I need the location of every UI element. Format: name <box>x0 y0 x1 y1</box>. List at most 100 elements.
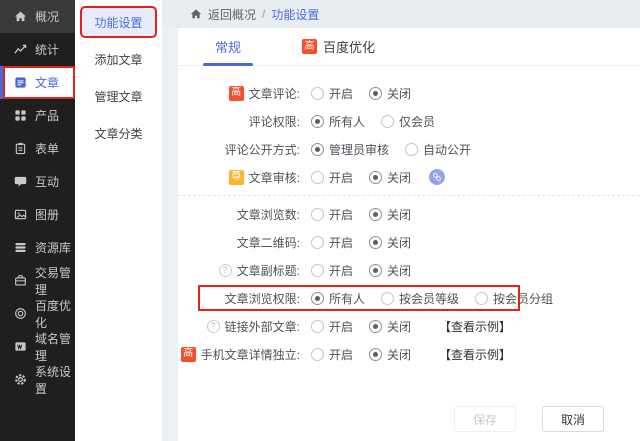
link-icon[interactable] <box>429 169 445 185</box>
sidebar-item-resources[interactable]: 资源库 <box>0 231 75 264</box>
radio-option-on[interactable]: 开启 <box>311 169 353 186</box>
radio-icon[interactable] <box>369 320 382 333</box>
radio-icon[interactable] <box>311 264 324 277</box>
breadcrumb-back-link[interactable]: 返回概况 <box>208 6 256 23</box>
sidebar-item-gallery[interactable]: 图册 <box>0 198 75 231</box>
view-example-link[interactable]: 【查看示例】 <box>439 346 511 363</box>
radio-option-admin-review[interactable]: 管理员审核 <box>311 141 389 158</box>
radio-option-on[interactable]: 开启 <box>311 206 353 223</box>
radio-option-on[interactable]: 开启 <box>311 85 353 102</box>
submenu-item-manage-articles[interactable]: 管理文章 <box>82 82 155 110</box>
submenu-item-label: 功能设置 <box>94 14 142 31</box>
tab-baidu-seo[interactable]: 高 百度优化 <box>302 28 375 65</box>
radio-option-everyone[interactable]: 所有人 <box>311 290 365 307</box>
radio-icon[interactable] <box>369 171 382 184</box>
radio-icon[interactable] <box>311 208 324 221</box>
radio-icon[interactable] <box>311 115 324 128</box>
sidebar-item-domain[interactable]: 域名管理 <box>0 330 75 363</box>
row-label-text: 评论权限: <box>249 113 300 130</box>
form-row-article-comments: 高 文章评论: 开启 关闭 <box>178 79 640 107</box>
help-icon[interactable]: ? <box>219 264 232 277</box>
radio-icon[interactable] <box>405 143 418 156</box>
radio-label: 仅会员 <box>399 113 435 130</box>
radio-icon[interactable] <box>311 320 324 333</box>
sidebar-item-trade[interactable]: 交易管理 <box>0 264 75 297</box>
sidebar-item-products[interactable]: 产品 <box>0 99 75 132</box>
row-label: ? 文章副标题: <box>178 262 300 279</box>
form-row-article-subtitle: ? 文章副标题: 开启 关闭 <box>178 256 640 284</box>
radio-option-off[interactable]: 关闭 <box>369 206 411 223</box>
save-button[interactable]: 保存 <box>454 406 516 432</box>
view-example-link[interactable]: 【查看示例】 <box>439 318 511 335</box>
radio-option-by-member-level[interactable]: 按会员等级 <box>381 290 459 307</box>
radio-group: 开启 关闭 <box>311 206 427 223</box>
submenu-item-add-article[interactable]: 添加文章 <box>82 45 155 73</box>
tab-label: 百度优化 <box>323 37 375 56</box>
sidebar-item-label: 资源库 <box>35 239 71 256</box>
sidebar-item-interaction[interactable]: 互动 <box>0 165 75 198</box>
radio-label: 关闭 <box>387 206 411 223</box>
form-row-external-article-link: ? 链接外部文章: 开启 关闭 【查看示例】 <box>178 312 640 340</box>
chat-icon <box>13 175 27 189</box>
sidebar-item-baidu-seo[interactable]: 百度优化 <box>0 297 75 330</box>
sidebar-item-forms[interactable]: 表单 <box>0 132 75 165</box>
gallery-icon <box>13 208 27 222</box>
breadcrumb-current: 功能设置 <box>271 6 319 23</box>
article-submenu: 功能设置 添加文章 管理文章 文章分类 <box>75 0 162 441</box>
submenu-item-label: 添加文章 <box>94 51 142 68</box>
sidebar-item-label: 系统设置 <box>35 363 75 397</box>
radio-label: 关闭 <box>387 234 411 251</box>
sidebar-item-statistics[interactable]: 统计 <box>0 33 75 66</box>
radio-icon[interactable] <box>311 292 324 305</box>
sidebar-item-overview[interactable]: 概况 <box>0 0 75 33</box>
radio-option-off[interactable]: 关闭 <box>369 318 411 335</box>
radio-option-off[interactable]: 关闭 <box>369 169 411 186</box>
radio-option-off[interactable]: 关闭 <box>369 234 411 251</box>
radio-icon[interactable] <box>369 348 382 361</box>
sidebar-item-label: 产品 <box>35 107 59 124</box>
sidebar-item-label: 互动 <box>35 173 59 190</box>
form-row-comment-publish-mode: 评论公开方式: 管理员审核 自动公开 <box>178 135 640 163</box>
help-icon[interactable]: ? <box>207 320 220 333</box>
radio-icon[interactable] <box>311 171 324 184</box>
radio-option-everyone[interactable]: 所有人 <box>311 113 365 130</box>
radio-icon[interactable] <box>311 348 324 361</box>
radio-option-auto-publish[interactable]: 自动公开 <box>405 141 471 158</box>
radio-icon[interactable] <box>311 87 324 100</box>
submenu-item-feature-settings[interactable]: 功能设置 <box>82 8 155 36</box>
radio-icon[interactable] <box>369 87 382 100</box>
row-label: 评论公开方式: <box>178 141 300 158</box>
radio-option-off[interactable]: 关闭 <box>369 262 411 279</box>
radio-option-on[interactable]: 开启 <box>311 262 353 279</box>
radio-label: 关闭 <box>387 262 411 279</box>
form-row-article-qrcode: 文章二维码: 开启 关闭 <box>178 228 640 256</box>
radio-option-on[interactable]: 开启 <box>311 234 353 251</box>
radio-icon[interactable] <box>369 236 382 249</box>
sidebar-item-settings[interactable]: 系统设置 <box>0 363 75 396</box>
products-icon <box>13 109 27 123</box>
radio-icon[interactable] <box>381 115 394 128</box>
radio-icon[interactable] <box>369 264 382 277</box>
radio-icon[interactable] <box>369 208 382 221</box>
radio-option-off[interactable]: 关闭 <box>369 346 411 363</box>
radio-icon[interactable] <box>311 236 324 249</box>
tab-general[interactable]: 常规 <box>203 28 253 65</box>
sidebar-item-label: 统计 <box>35 41 59 58</box>
radio-icon[interactable] <box>475 292 488 305</box>
radio-option-on[interactable]: 开启 <box>311 346 353 363</box>
cancel-button[interactable]: 取消 <box>542 406 604 432</box>
radio-icon[interactable] <box>381 292 394 305</box>
radio-label: 开启 <box>329 85 353 102</box>
sidebar-item-articles[interactable]: 文章 <box>0 66 75 99</box>
radio-label: 关闭 <box>387 169 411 186</box>
submenu-item-article-categories[interactable]: 文章分类 <box>82 119 155 147</box>
radio-option-by-member-group[interactable]: 按会员分组 <box>475 290 553 307</box>
radio-icon[interactable] <box>311 143 324 156</box>
sidebar-item-label: 域名管理 <box>35 330 75 364</box>
radio-label: 开启 <box>329 206 353 223</box>
dashed-divider <box>178 195 640 196</box>
radio-option-off[interactable]: 关闭 <box>369 85 411 102</box>
radio-option-on[interactable]: 开启 <box>311 318 353 335</box>
radio-label: 关闭 <box>387 318 411 335</box>
radio-option-members-only[interactable]: 仅会员 <box>381 113 435 130</box>
